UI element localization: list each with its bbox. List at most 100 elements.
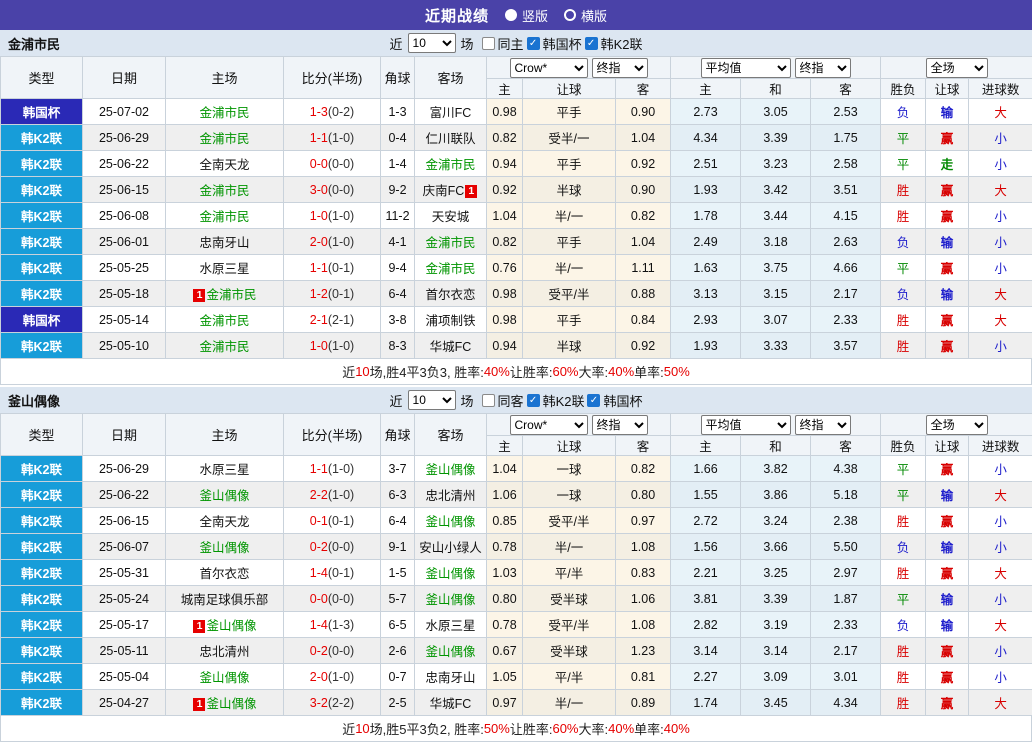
avg-draw-cell: 3.75	[741, 255, 811, 281]
away-team-cell: 釜山偶像	[415, 586, 487, 612]
avg-away-cell: 5.18	[811, 482, 881, 508]
league-type-cell: 韩K2联	[1, 638, 83, 664]
team-name-text: 金浦市民	[199, 314, 249, 328]
competition-label: 韩国杯	[543, 34, 582, 53]
avg-draw-cell: 3.07	[741, 307, 811, 333]
competition-checkbox[interactable]: ✓	[527, 394, 540, 407]
avg-final-select[interactable]: 终指	[795, 415, 851, 435]
odds-home-cell: 0.78	[487, 612, 523, 638]
same-venue-checkbox[interactable]	[482, 394, 495, 407]
avg-away-cell: 1.75	[811, 125, 881, 151]
col-header-crow-handicap: 让球	[523, 79, 616, 99]
table-row: 韩K2联25-06-29金浦市民1-1(1-0)0-4仁川联队0.82受半/一1…	[1, 125, 1032, 151]
result-handicap-cell: 输	[926, 99, 969, 125]
avg-home-cell: 2.82	[671, 612, 741, 638]
fulltime-score: 1-0	[310, 209, 328, 223]
date-cell: 25-06-29	[83, 125, 166, 151]
result-winloss-cell: 平	[881, 456, 926, 482]
odds-handicap-cell: 一球	[523, 456, 616, 482]
odds-home-cell: 0.94	[487, 333, 523, 359]
header-row-selects: 类型日期主场比分(半场)角球客场Crow*终指平均值终指全场	[1, 414, 1032, 436]
score-cell: 1-3(0-2)	[284, 99, 381, 125]
avg-home-cell: 2.49	[671, 229, 741, 255]
odds-home-cell: 0.98	[487, 307, 523, 333]
avg-draw-cell: 3.24	[741, 508, 811, 534]
odds-handicap-cell: 半球	[523, 177, 616, 203]
matches-label: 场	[461, 391, 474, 410]
result-winloss-cell: 负	[881, 534, 926, 560]
full-match-select[interactable]: 全场	[926, 58, 988, 78]
date-cell: 25-06-07	[83, 534, 166, 560]
score-cell: 0-2(0-0)	[284, 534, 381, 560]
team-name-text: 华城FC	[430, 697, 472, 711]
result-handicap-cell: 输	[926, 482, 969, 508]
result-winloss-cell: 负	[881, 229, 926, 255]
home-team-cell: 全南天龙	[166, 151, 284, 177]
result-handicap-cell: 赢	[926, 333, 969, 359]
result-handicap-cell: 赢	[926, 177, 969, 203]
vertical-radio[interactable]	[505, 9, 517, 21]
corner-cell: 2-6	[381, 638, 415, 664]
team-name-text: 富川FC	[430, 106, 472, 120]
col-header-crow-home: 主	[487, 436, 523, 456]
avg-draw-cell: 3.44	[741, 203, 811, 229]
same-venue-checkbox[interactable]	[482, 37, 495, 50]
result-winloss-cell: 平	[881, 125, 926, 151]
team-name-text: 金浦市民	[199, 132, 249, 146]
competition-checkbox[interactable]: ✓	[527, 37, 540, 50]
avg-company-select[interactable]: 平均值	[701, 58, 791, 78]
competition-checkbox[interactable]: ✓	[585, 37, 598, 50]
avg-company-select[interactable]: 平均值	[701, 415, 791, 435]
halftime-score: (1-0)	[328, 235, 354, 249]
full-select-group: 全场	[881, 414, 1032, 436]
team-name-text: 釜山偶像	[199, 541, 249, 555]
match-count-select[interactable]: 10	[408, 390, 456, 410]
col-header-date: 日期	[83, 57, 166, 99]
avg-final-select[interactable]: 终指	[795, 58, 851, 78]
avg-draw-cell: 3.39	[741, 586, 811, 612]
corner-cell: 11-2	[381, 203, 415, 229]
away-team-cell: 安山小绿人	[415, 534, 487, 560]
date-cell: 25-06-22	[83, 482, 166, 508]
result-handicap-cell: 赢	[926, 638, 969, 664]
avg-away-cell: 4.15	[811, 203, 881, 229]
result-handicap-cell: 赢	[926, 307, 969, 333]
league-type-cell: 韩K2联	[1, 534, 83, 560]
crow-company-select[interactable]: Crow*	[510, 415, 588, 435]
home-team-cell: 水原三星	[166, 255, 284, 281]
avg-draw-cell: 3.45	[741, 690, 811, 716]
table-row: 韩K2联25-06-22全南天龙0-0(0-0)1-4金浦市民0.94平手0.9…	[1, 151, 1032, 177]
summary-part: 50%	[484, 721, 510, 736]
full-match-select[interactable]: 全场	[926, 415, 988, 435]
result-winloss-cell: 胜	[881, 508, 926, 534]
crow-company-select[interactable]: Crow*	[510, 58, 588, 78]
home-team-cell: 水原三星	[166, 456, 284, 482]
avg-draw-cell: 3.09	[741, 664, 811, 690]
corner-cell: 6-4	[381, 508, 415, 534]
result-handicap-cell: 赢	[926, 560, 969, 586]
away-team-cell: 华城FC	[415, 333, 487, 359]
fulltime-score: 1-4	[310, 566, 328, 580]
match-count-select[interactable]: 10	[408, 33, 456, 53]
odds-handicap-cell: 平手	[523, 307, 616, 333]
team-name-text: 金浦市民	[425, 236, 475, 250]
team-name-text: 天安城	[432, 210, 470, 224]
home-team-cell: 金浦市民	[166, 203, 284, 229]
odds-handicap-cell: 半/一	[523, 203, 616, 229]
avg-home-cell: 2.21	[671, 560, 741, 586]
competition-checkbox[interactable]: ✓	[587, 394, 600, 407]
odds-away-cell: 0.88	[616, 281, 671, 307]
result-handicap-cell: 赢	[926, 690, 969, 716]
home-team-cell: 金浦市民	[166, 333, 284, 359]
crow-final-select[interactable]: 终指	[592, 58, 648, 78]
crow-final-select[interactable]: 终指	[592, 415, 648, 435]
odds-home-cell: 0.76	[487, 255, 523, 281]
avg-home-cell: 3.81	[671, 586, 741, 612]
corner-cell: 8-3	[381, 333, 415, 359]
horizontal-radio[interactable]	[564, 9, 576, 21]
home-team-cell: 忠北清州	[166, 638, 284, 664]
avg-draw-cell: 3.42	[741, 177, 811, 203]
away-team-cell: 首尔衣恋	[415, 281, 487, 307]
summary-part: 10	[355, 721, 369, 736]
odds-home-cell: 0.67	[487, 638, 523, 664]
